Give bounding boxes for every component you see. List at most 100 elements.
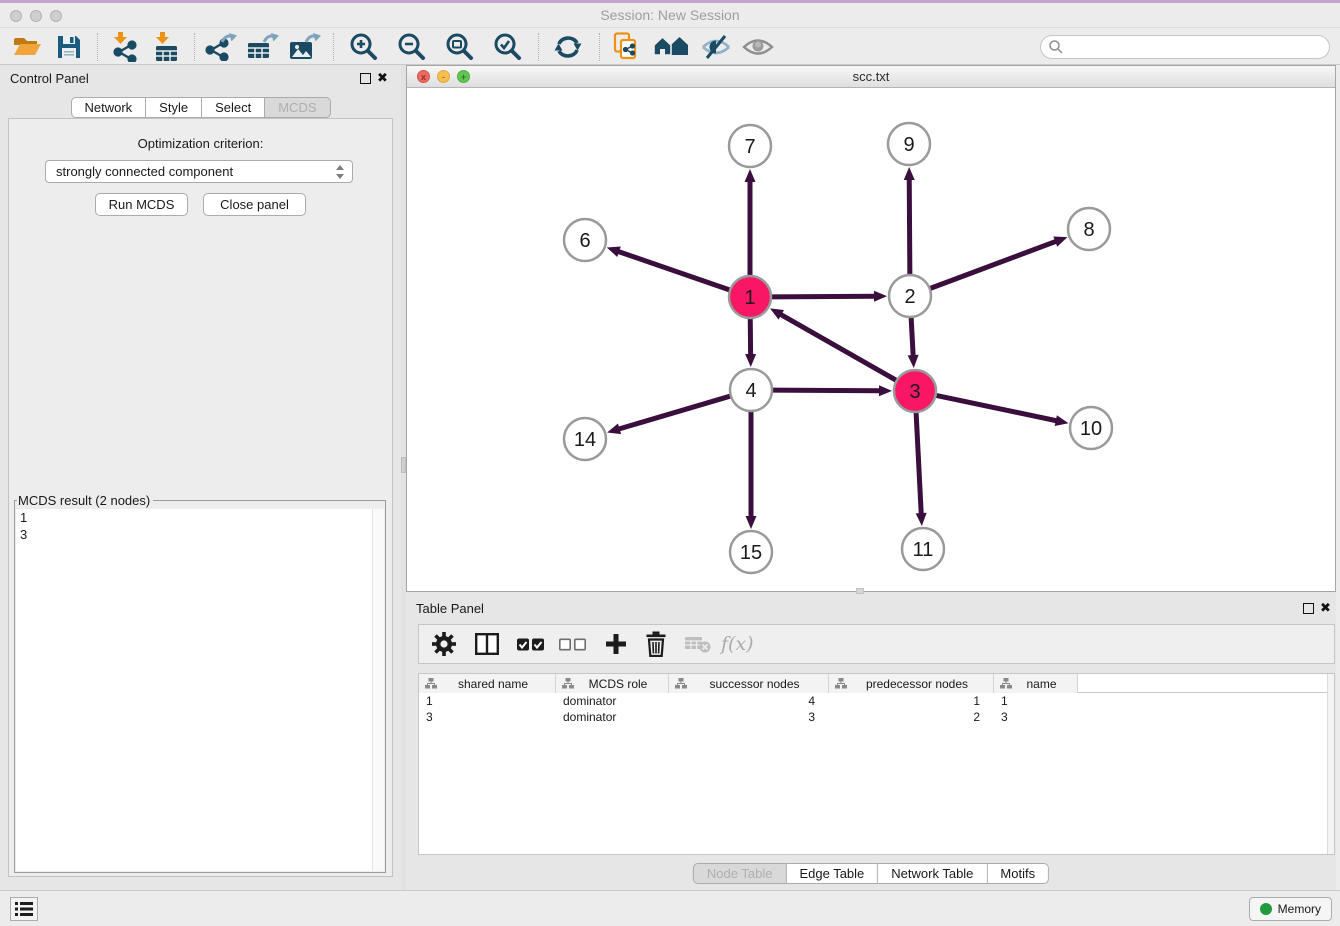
network-graph: 7968124314101511 bbox=[407, 88, 1335, 591]
deselect-all-columns-button[interactable] bbox=[559, 638, 587, 651]
zoom-fit-content-button[interactable] bbox=[439, 31, 479, 63]
run-mcds-button[interactable]: Run MCDS bbox=[95, 193, 188, 216]
edge-arrow-icon bbox=[874, 291, 887, 302]
table-cell[interactable]: 1 bbox=[419, 693, 556, 709]
import-table-button[interactable] bbox=[149, 31, 183, 63]
open-session-button[interactable] bbox=[10, 31, 44, 63]
column-header-MCDS-role[interactable]: MCDS role bbox=[556, 674, 669, 693]
export-network-button[interactable] bbox=[204, 31, 238, 63]
edge-4-14[interactable] bbox=[618, 396, 731, 429]
toggle-column-panel-button[interactable] bbox=[475, 633, 499, 655]
export-table-button[interactable] bbox=[246, 31, 280, 63]
table-cell[interactable]: dominator bbox=[556, 709, 669, 725]
table-cell[interactable]: 2 bbox=[829, 709, 994, 725]
criterion-value: strongly connected component bbox=[56, 164, 233, 179]
result-node-id: 3 bbox=[16, 526, 384, 543]
edge-2-8[interactable] bbox=[930, 241, 1057, 289]
float-panel-icon[interactable] bbox=[1303, 603, 1314, 614]
criterion-select[interactable]: strongly connected component bbox=[45, 160, 353, 183]
import-network-icon bbox=[110, 32, 138, 62]
table-panel: Table Panel ✖ bbox=[406, 595, 1336, 890]
result-scrollbar[interactable] bbox=[372, 509, 384, 871]
column-header-shared-name[interactable]: shared name bbox=[419, 674, 556, 693]
column-header-successor-nodes[interactable]: successor nodes bbox=[669, 674, 829, 693]
table-cell[interactable]: dominator bbox=[556, 693, 669, 709]
zoom-in-button[interactable] bbox=[343, 31, 383, 63]
table-panel-tabs: Node TableEdge TableNetwork TableMotifs bbox=[693, 863, 1049, 884]
table-scrollbar[interactable] bbox=[1327, 674, 1334, 854]
float-panel-icon[interactable] bbox=[360, 73, 371, 84]
list-icon bbox=[15, 901, 33, 917]
zoom-selected-button[interactable] bbox=[487, 31, 527, 63]
memory-button[interactable]: Memory bbox=[1249, 897, 1332, 921]
homes-icon bbox=[653, 35, 689, 59]
zoom-out-button[interactable] bbox=[391, 31, 431, 63]
network-canvas[interactable]: 7968124314101511 bbox=[407, 88, 1335, 591]
table-settings-button[interactable] bbox=[431, 631, 457, 657]
hide-selected-button[interactable] bbox=[699, 31, 733, 63]
tab-edge-table[interactable]: Edge Table bbox=[786, 863, 878, 884]
delete-columns-button[interactable] bbox=[645, 631, 667, 657]
table-panel-title: Table Panel bbox=[416, 601, 484, 616]
table-row[interactable]: 1dominator411 bbox=[419, 693, 1334, 709]
column-header-predecessor-nodes[interactable]: predecessor nodes bbox=[829, 674, 994, 693]
table-cell[interactable]: 3 bbox=[419, 709, 556, 725]
duplicate-network-button[interactable] bbox=[609, 31, 643, 63]
edge-2-3[interactable] bbox=[911, 317, 913, 357]
edge-3-10[interactable] bbox=[936, 395, 1058, 421]
export-table-icon bbox=[247, 33, 279, 61]
node-label: 11 bbox=[913, 539, 934, 561]
task-history-button[interactable] bbox=[10, 897, 38, 921]
toolbar-separator bbox=[194, 33, 195, 61]
tab-motifs[interactable]: Motifs bbox=[987, 863, 1049, 884]
edge-3-11[interactable] bbox=[916, 412, 921, 515]
checked-boxes-icon bbox=[517, 638, 545, 651]
mcds-result-list[interactable]: 13 bbox=[16, 509, 384, 871]
refresh-view-button[interactable] bbox=[548, 31, 588, 63]
import-network-button[interactable] bbox=[107, 31, 141, 63]
table-cell[interactable]: 1 bbox=[829, 693, 994, 709]
tab-network[interactable]: Network bbox=[70, 97, 146, 118]
eye-slash-icon bbox=[700, 34, 732, 60]
result-node-id: 1 bbox=[16, 509, 384, 526]
table-cell[interactable]: 3 bbox=[669, 709, 829, 725]
show-all-button[interactable] bbox=[741, 31, 775, 63]
edge-1-2[interactable] bbox=[771, 296, 876, 297]
node-label: 15 bbox=[740, 542, 762, 564]
tab-network-table[interactable]: Network Table bbox=[878, 863, 987, 884]
close-panel-icon[interactable]: ✖ bbox=[1320, 600, 1331, 616]
node-table: shared nameMCDS rolesuccessor nodesprede… bbox=[418, 673, 1335, 855]
tab-mcds[interactable]: MCDS bbox=[265, 97, 330, 118]
edge-1-6[interactable] bbox=[617, 251, 730, 290]
tab-select[interactable]: Select bbox=[202, 97, 265, 118]
table-row[interactable]: 3dominator323 bbox=[419, 709, 1334, 725]
table-cell[interactable]: 3 bbox=[994, 709, 1078, 725]
zoom-in-icon bbox=[349, 32, 378, 61]
function-builder-button[interactable]: f(x) bbox=[721, 633, 754, 655]
splitter-grip[interactable] bbox=[856, 588, 864, 594]
table-cell[interactable]: 1 bbox=[994, 693, 1078, 709]
tab-style[interactable]: Style bbox=[146, 97, 202, 118]
add-column-button[interactable] bbox=[605, 633, 627, 655]
delete-table-button[interactable] bbox=[685, 636, 711, 653]
network-window-titlebar[interactable]: x - + scc.txt bbox=[407, 66, 1335, 88]
mcds-result-group: MCDS result (2 nodes) 13 bbox=[14, 493, 386, 873]
column-header-name[interactable]: name bbox=[994, 674, 1078, 693]
search-input[interactable] bbox=[1040, 35, 1330, 59]
node-label: 2 bbox=[904, 286, 915, 308]
edge-3-1[interactable] bbox=[780, 314, 897, 381]
edge-2-9[interactable] bbox=[909, 178, 910, 275]
close-panel-button[interactable]: Close panel bbox=[203, 193, 306, 216]
edge-4-3[interactable] bbox=[772, 390, 881, 391]
status-bar: Memory bbox=[0, 890, 1340, 926]
tab-node-table[interactable]: Node Table bbox=[693, 863, 787, 884]
save-session-button[interactable] bbox=[52, 31, 86, 63]
close-panel-icon[interactable]: ✖ bbox=[377, 70, 388, 86]
first-neighbors-button[interactable] bbox=[651, 31, 691, 63]
node-label: 10 bbox=[1080, 418, 1102, 440]
table-cell[interactable]: 4 bbox=[669, 693, 829, 709]
select-all-columns-button[interactable] bbox=[517, 638, 545, 651]
duplicate-network-icon bbox=[612, 32, 640, 61]
export-image-button[interactable] bbox=[288, 31, 322, 63]
table-body: 1dominator4113dominator323 bbox=[419, 693, 1334, 725]
